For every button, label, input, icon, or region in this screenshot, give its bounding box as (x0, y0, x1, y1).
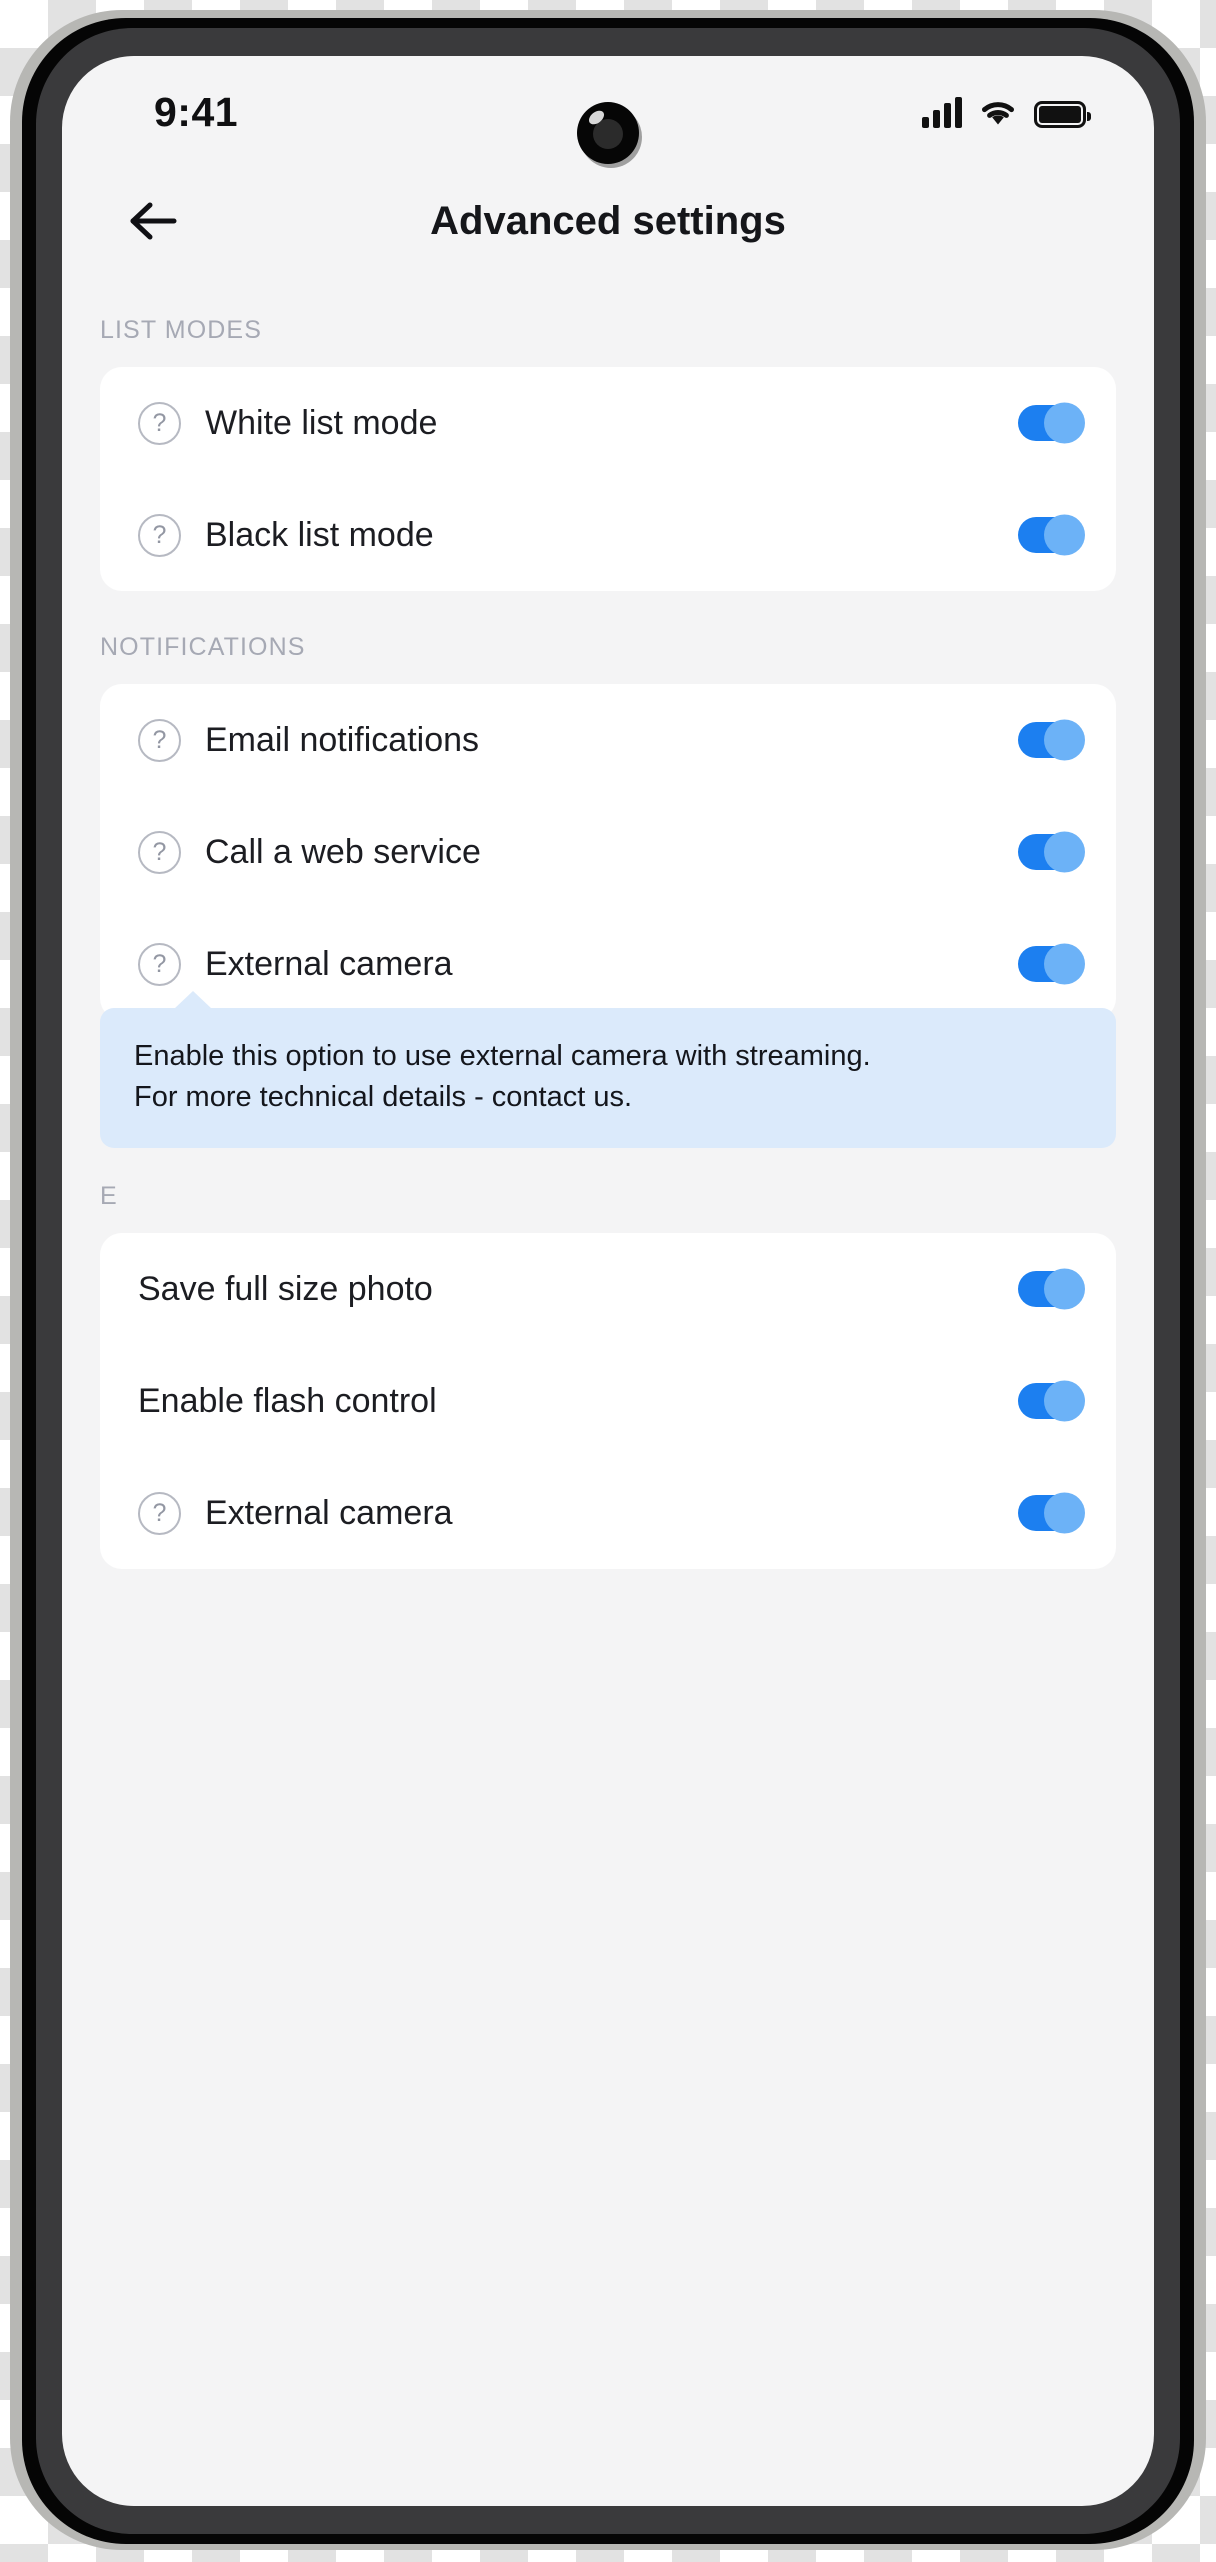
section-label-third: E (100, 1182, 118, 1211)
tooltip-line-1: Enable this option to use external camer… (134, 1040, 871, 1072)
help-icon[interactable]: ? (138, 1491, 181, 1535)
help-icon[interactable]: ? (138, 942, 181, 986)
battery-fill (1039, 105, 1081, 123)
camera-lens (593, 119, 623, 150)
front-camera-cutout (577, 102, 639, 164)
tooltip-line-2: For more technical details - contact us. (134, 1081, 633, 1114)
screenshot-stage: 9:41 Advanced settings LIST MODES ? Whit… (0, 0, 1216, 2562)
page-title: Advanced settings (430, 198, 786, 243)
row-label: External camera (205, 1493, 453, 1532)
status-time: 9:41 (154, 88, 239, 135)
wifi-icon (982, 101, 1014, 124)
row-email-notifications[interactable]: ? Email notifications (100, 684, 1116, 796)
tooltip-external-camera: Enable this option to use external camer… (100, 991, 1116, 1149)
toggle-email-notifications[interactable] (1018, 719, 1085, 761)
row-label: Email notifications (205, 720, 480, 759)
row-call-a-web-service[interactable]: ? Call a web service (100, 796, 1116, 908)
status-bar: 9:41 (62, 56, 1154, 168)
toggle-knob (1044, 514, 1085, 556)
row-external-camera-options[interactable]: ? External camera (100, 1457, 1116, 1569)
row-external-camera-notifications[interactable]: ? External camera (100, 908, 1116, 1020)
battery-icon (1034, 100, 1091, 128)
row-label: Black list mode (205, 515, 434, 554)
toggle-knob (1044, 402, 1085, 444)
toggle-external-camera-options[interactable] (1018, 1492, 1085, 1534)
row-label: External camera (205, 944, 453, 983)
toggle-knob (1044, 943, 1085, 985)
tooltip-wrapper: Enable this option to use external camer… (100, 991, 1116, 1149)
help-icon[interactable]: ? (138, 401, 181, 445)
arrow-left-icon (130, 202, 177, 240)
toggle-knob (1044, 719, 1085, 761)
signal-bars-icon (922, 96, 962, 128)
help-icon[interactable]: ? (138, 718, 181, 762)
toggle-enable-flash-control[interactable] (1018, 1380, 1085, 1422)
row-black-list-mode[interactable]: ? Black list mode (100, 479, 1116, 591)
card-list-modes: ? White list mode ? Black list mode (100, 367, 1116, 591)
row-label: White list mode (205, 403, 438, 442)
row-label: Call a web service (205, 832, 481, 871)
card-notifications: ? Email notifications ? Call a web servi… (100, 684, 1116, 1020)
help-icon[interactable]: ? (138, 830, 181, 874)
row-label: Enable flash control (138, 1381, 437, 1420)
toggle-black-list-mode[interactable] (1018, 514, 1085, 556)
status-icons (922, 96, 1091, 128)
settings-content: LIST MODES ? White list mode ? Black lis… (62, 274, 1154, 1570)
app-header: Advanced settings (62, 168, 1154, 274)
row-label: Save full size photo (138, 1269, 433, 1308)
row-save-full-size-photo[interactable]: Save full size photo (100, 1233, 1116, 1345)
help-icon[interactable]: ? (138, 513, 181, 557)
phone-screen: 9:41 Advanced settings LIST MODES ? Whit… (62, 56, 1154, 2506)
tooltip-arrow-icon (174, 991, 212, 1009)
section-label-notifications: NOTIFICATIONS (100, 633, 306, 661)
row-white-list-mode[interactable]: ? White list mode (100, 367, 1116, 479)
toggle-knob (1044, 831, 1085, 873)
section-label-list-modes: LIST MODES (100, 316, 262, 344)
toggle-white-list-mode[interactable] (1018, 402, 1085, 444)
toggle-knob (1044, 1380, 1085, 1422)
row-enable-flash-control[interactable]: Enable flash control (100, 1345, 1116, 1457)
back-button[interactable] (122, 190, 184, 252)
toggle-knob (1044, 1268, 1085, 1310)
toggle-external-camera-notifications[interactable] (1018, 943, 1085, 985)
toggle-call-a-web-service[interactable] (1018, 831, 1085, 873)
card-camera-options: Save full size photo Enable flash contro… (100, 1233, 1116, 1570)
toggle-save-full-size-photo[interactable] (1018, 1268, 1085, 1310)
toggle-knob (1044, 1492, 1085, 1534)
